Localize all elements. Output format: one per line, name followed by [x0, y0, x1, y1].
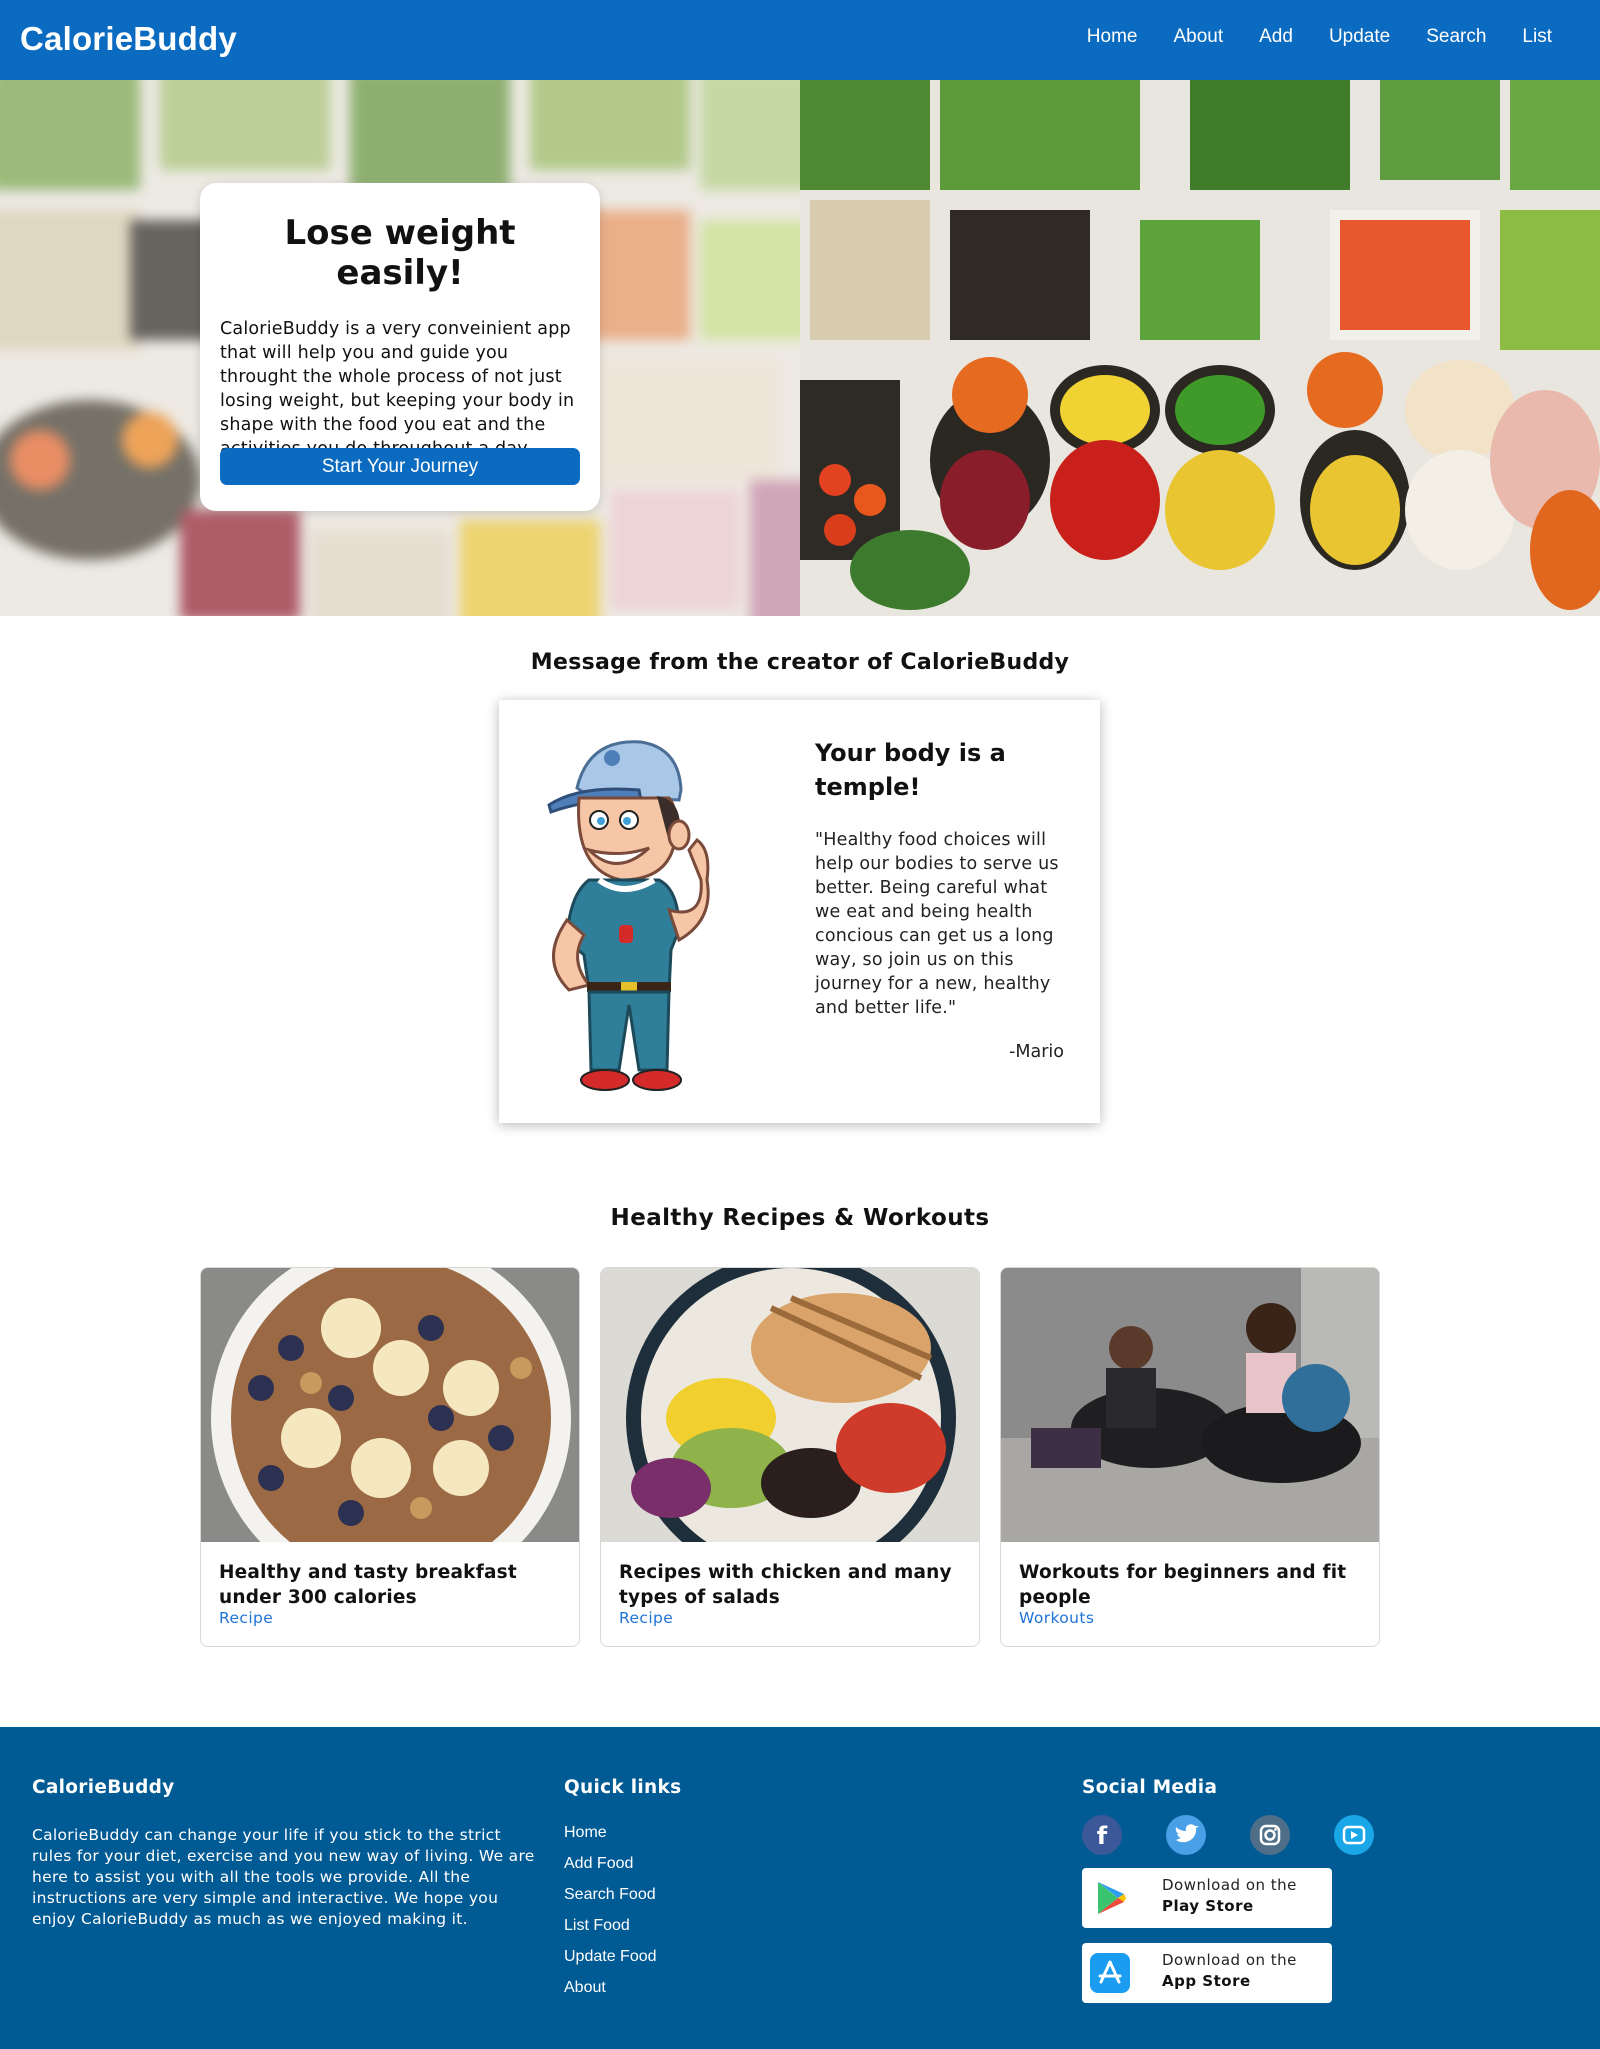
creator-card: Your body is a temple! "Healthy food cho… — [499, 700, 1100, 1123]
play-store-icon — [1098, 1882, 1126, 1914]
play-store-big-text: Play Store — [1162, 1897, 1254, 1915]
recipes-heading: Healthy Recipes & Workouts — [610, 1205, 990, 1231]
footer-link-search-food[interactable]: Search Food — [564, 1885, 657, 1916]
hero-card: Lose weight easily! CalorieBuddy is a ve… — [200, 183, 600, 511]
nav-links: Home About Add Update Search List — [1051, 26, 1552, 48]
footer-about-text: CalorieBuddy can change your life if you… — [32, 1826, 535, 1928]
quote-title: Your body is a temple! — [815, 739, 1006, 801]
footer-link-update-food[interactable]: Update Food — [564, 1947, 657, 1978]
svg-text:f: f — [1097, 1822, 1108, 1850]
hero-veggies-image — [800, 80, 1600, 616]
mascot-illustration — [547, 740, 710, 1091]
play-store-button[interactable]: Download on the Play Store — [1082, 1868, 1332, 1928]
footer-link-add-food[interactable]: Add Food — [564, 1854, 657, 1885]
app-store-icon — [1090, 1953, 1130, 1993]
workout-image — [1001, 1268, 1379, 1542]
nav-home[interactable]: Home — [1087, 26, 1138, 48]
app-store-button[interactable]: Download on the App Store — [1082, 1943, 1332, 2003]
chicken-salad-image — [601, 1268, 979, 1542]
footer-links-title: Quick links — [564, 1777, 682, 1798]
quote-author: -Mario — [1009, 1042, 1064, 1062]
youtube-icon[interactable] — [1334, 1815, 1374, 1855]
card-workouts[interactable]: Workouts for beginners and fit people Wo… — [1000, 1267, 1380, 1647]
hero-section: Lose weight easily! CalorieBuddy is a ve… — [0, 80, 1600, 616]
quote-text: "Healthy food choices will help our bodi… — [815, 830, 1059, 1018]
nav-about[interactable]: About — [1173, 26, 1223, 48]
nav-add[interactable]: Add — [1259, 26, 1293, 48]
veggies-image — [800, 80, 1600, 616]
play-store-small-text: Download on the — [1162, 1876, 1297, 1894]
footer: CalorieBuddy CalorieBuddy can change you… — [0, 1727, 1600, 2049]
instagram-icon[interactable] — [1250, 1815, 1290, 1855]
footer-links: Home Add Food Search Food List Food Upda… — [564, 1823, 657, 2009]
card-title: Workouts for beginners and fit people — [1019, 1562, 1347, 1608]
footer-link-list-food[interactable]: List Food — [564, 1916, 657, 1947]
top-navbar: CalorieBuddy Home About Add Update Searc… — [0, 0, 1600, 80]
brand-logo[interactable]: CalorieBuddy — [20, 20, 237, 58]
footer-link-home[interactable]: Home — [564, 1823, 657, 1854]
app-store-big-text: App Store — [1162, 1972, 1251, 1990]
creator-heading: Message from the creator of CalorieBuddy — [530, 650, 1070, 675]
footer-link-about[interactable]: About — [564, 1978, 657, 2009]
breakfast-image — [201, 1268, 579, 1542]
twitter-icon[interactable] — [1166, 1815, 1206, 1855]
card-title: Healthy and tasty breakfast under 300 ca… — [219, 1562, 517, 1608]
card-breakfast[interactable]: Healthy and tasty breakfast under 300 ca… — [200, 1267, 580, 1647]
card-tag[interactable]: Workouts — [1019, 1609, 1094, 1627]
start-journey-button[interactable]: Start Your Journey — [220, 448, 580, 485]
app-store-small-text: Download on the — [1162, 1951, 1297, 1969]
footer-about-title: CalorieBuddy — [32, 1777, 175, 1798]
footer-social-title: Social Media — [1082, 1777, 1218, 1798]
nav-list[interactable]: List — [1522, 26, 1552, 48]
nav-update[interactable]: Update — [1329, 26, 1390, 48]
nav-search[interactable]: Search — [1426, 26, 1486, 48]
card-tag[interactable]: Recipe — [219, 1609, 273, 1627]
social-icons: f — [1082, 1815, 1418, 1855]
hero-title: Lose weight easily! — [284, 213, 516, 293]
card-chicken-salads[interactable]: Recipes with chicken and many types of s… — [600, 1267, 980, 1647]
facebook-icon[interactable]: f — [1082, 1815, 1122, 1855]
card-title: Recipes with chicken and many types of s… — [619, 1562, 952, 1608]
hero-description: CalorieBuddy is a very conveinient app t… — [220, 319, 575, 459]
card-tag[interactable]: Recipe — [619, 1609, 673, 1627]
hero-blurred-background: Lose weight easily! CalorieBuddy is a ve… — [0, 80, 800, 616]
